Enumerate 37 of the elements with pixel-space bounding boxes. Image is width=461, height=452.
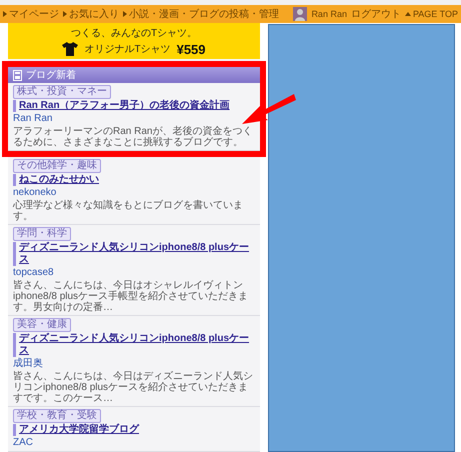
logout-link[interactable]: ログアウト xyxy=(350,7,401,21)
page-top-link[interactable]: PAGE TOP xyxy=(404,9,458,19)
up-triangle-icon xyxy=(404,12,411,16)
category-tag[interactable]: その他雑学・趣味 xyxy=(13,159,101,173)
post-title-link[interactable]: ねこのみたせかい xyxy=(13,174,99,186)
post-title-link[interactable]: Ran Ran（アラフォー男子）の老後の資金計画 xyxy=(13,100,230,112)
ad-price: ¥559 xyxy=(176,42,206,56)
document-icon xyxy=(13,70,22,80)
author-link[interactable]: ZAC xyxy=(13,437,33,449)
widget-title: ブログ新着 xyxy=(26,68,76,82)
nav-link[interactable]: 小説・漫画・ブログの投稿・管理 xyxy=(123,7,279,21)
author-link[interactable]: topcase8 xyxy=(13,267,54,279)
avatar-icon[interactable] xyxy=(293,7,308,21)
author-link[interactable]: Ran Ran xyxy=(13,113,52,125)
post-description: 皆さん、こんにちは、今日はオシャレルイヴィトンiphone8/8 plusケース手帳型を紹介させていただきます。男女向けの定番… xyxy=(13,280,250,313)
triangle-icon xyxy=(3,11,7,17)
author-link[interactable]: 成田奥 xyxy=(13,358,43,370)
ad-tagline: つくる、みんなのTシャツ。 xyxy=(70,26,198,40)
post-title-link[interactable]: ディズニーランド人気シリコンiphone8/8 plusケース xyxy=(13,333,255,357)
post-description: 心理学など様々な知識をもとにブログを書いています。 xyxy=(13,200,244,222)
nav-link[interactable]: お気に入り xyxy=(63,7,119,21)
ad-banner[interactable]: つくる、みんなのTシャツ。 オリジナルTシャツ ¥559 xyxy=(8,23,260,59)
category-tag[interactable]: 美容・健康 xyxy=(13,318,71,332)
post-description: アラフォーリーマンのRan Ranが、老後の資金をつくるために、さまざまなことに挑戦するブログです。 xyxy=(13,126,254,148)
author-link[interactable]: nekoneko xyxy=(13,187,56,199)
triangle-icon xyxy=(123,11,127,17)
user-name-link[interactable]: Ran Ran xyxy=(311,9,347,19)
nav-link[interactable]: マイページ xyxy=(3,7,59,21)
triangle-icon xyxy=(63,11,67,17)
post-title-link[interactable]: ディズニーランド人気シリコンiphone8/8 plusケース xyxy=(13,242,255,266)
category-tag[interactable]: 株式・投資・マネー xyxy=(13,85,111,99)
category-tag[interactable]: 学問・科学 xyxy=(13,227,71,241)
category-tag[interactable]: 学校・教育・受験 xyxy=(13,409,101,423)
tshirt-icon xyxy=(62,42,78,56)
post-description: 皆さん、こんにちは、今日はディズニーランド人気シリコンiphone8/8 plusケースを紹介させていただきますです。このケース… xyxy=(13,371,254,404)
post-title-link[interactable]: アメリカ大学院留学ブログ xyxy=(13,424,139,436)
ad-product: オリジナルTシャツ xyxy=(84,43,171,56)
